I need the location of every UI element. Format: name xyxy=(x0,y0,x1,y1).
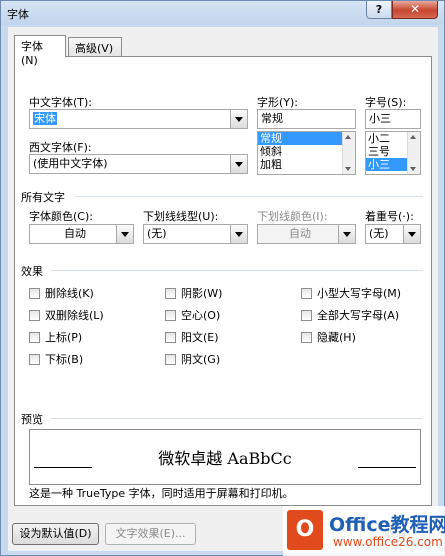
underline-color-select[interactable]: 自动 xyxy=(257,224,356,244)
checkbox-box[interactable] xyxy=(29,331,40,343)
font-style-label: 字形(Y): xyxy=(257,96,299,109)
checkbox-label: 小型大写字母(M) xyxy=(317,287,402,300)
all-text-heading: 所有文字 xyxy=(21,191,65,204)
chinese-font-value: 宋体 xyxy=(33,112,57,125)
checkbox-box[interactable] xyxy=(165,287,176,299)
underline-style-value: (无) xyxy=(147,227,167,240)
preview-sample: 微软卓越 AaBbCc xyxy=(158,449,292,468)
checkbox-box[interactable] xyxy=(301,287,312,299)
chinese-font-label: 中文字体(T): xyxy=(29,96,93,109)
engrave-checkbox[interactable]: 阴文(G) xyxy=(165,352,220,366)
checkbox-label: 阳文(E) xyxy=(181,331,219,344)
preview-rule-right xyxy=(358,467,416,468)
checkbox-label: 删除线(K) xyxy=(45,287,94,300)
checkbox-box[interactable] xyxy=(165,309,176,321)
font-size-value: 小三 xyxy=(369,112,391,125)
help-button[interactable]: ? xyxy=(366,1,392,19)
checkbox-box[interactable] xyxy=(29,287,40,299)
text-effects-button[interactable]: 文字效果(E)... xyxy=(105,523,196,545)
divider xyxy=(51,418,423,419)
underline-color-label: 下划线颜色(I): xyxy=(257,210,328,223)
western-font-label: 西文字体(F): xyxy=(29,141,92,154)
divider xyxy=(51,270,423,271)
underline-style-label: 下划线线型(U): xyxy=(143,210,219,223)
small-caps-checkbox[interactable]: 小型大写字母(M) xyxy=(301,286,401,300)
checkbox-label: 阴文(G) xyxy=(181,353,221,366)
chevron-down-icon[interactable] xyxy=(403,225,420,243)
chevron-down-icon[interactable] xyxy=(230,110,247,128)
emboss-checkbox[interactable]: 阳文(E) xyxy=(165,330,219,344)
checkbox-box[interactable] xyxy=(29,353,40,365)
font-style-input[interactable]: 常规 xyxy=(257,109,356,129)
set-default-button[interactable]: 设为默认值(D) xyxy=(12,523,99,545)
checkbox-label: 全部大写字母(A) xyxy=(317,309,400,322)
western-font-select[interactable]: (使用中文字体) xyxy=(29,154,248,174)
font-style-scrollbar[interactable] xyxy=(342,132,355,174)
checkbox-box[interactable] xyxy=(165,353,176,365)
checkbox-label: 上标(P) xyxy=(45,331,83,344)
chevron-down-icon[interactable] xyxy=(230,225,247,243)
list-item[interactable]: 倾斜 xyxy=(258,145,355,158)
font-style-value: 常规 xyxy=(261,112,283,125)
tab-font[interactable]: 字体(N) xyxy=(14,35,66,67)
chevron-down-icon[interactable] xyxy=(230,155,247,173)
font-color-label: 字体颜色(C): xyxy=(29,210,93,223)
western-font-value: (使用中文字体) xyxy=(33,157,108,170)
strikethrough-checkbox[interactable]: 删除线(K) xyxy=(29,286,94,300)
font-size-input[interactable]: 小三 xyxy=(365,109,421,129)
all-caps-checkbox[interactable]: 全部大写字母(A) xyxy=(301,308,399,322)
chevron-down-icon[interactable] xyxy=(338,225,355,243)
help-icon: ? xyxy=(375,3,383,16)
checkbox-label: 隐藏(H) xyxy=(317,331,356,344)
underline-color-value: 自动 xyxy=(289,227,311,240)
double-strikethrough-checkbox[interactable]: 双删除线(L) xyxy=(29,308,104,322)
checkbox-label: 下标(B) xyxy=(45,353,84,366)
checkbox-box[interactable] xyxy=(165,331,176,343)
office-logo-icon: O xyxy=(287,510,323,550)
subscript-checkbox[interactable]: 下标(B) xyxy=(29,352,83,366)
checkbox-box[interactable] xyxy=(301,331,312,343)
effects-heading: 效果 xyxy=(21,265,43,278)
shadow-checkbox[interactable]: 阴影(W) xyxy=(165,286,222,300)
font-color-value: 自动 xyxy=(64,227,86,240)
checkbox-box[interactable] xyxy=(301,309,312,321)
dialog-body: 字体(N) 高级(V) 中文字体(T): 宋体 西文字体(F): (使用中文字体… xyxy=(8,27,438,551)
font-size-label: 字号(S): xyxy=(365,96,407,109)
checkbox-label: 空心(O) xyxy=(181,309,221,322)
chinese-font-select[interactable]: 宋体 xyxy=(29,109,248,129)
watermark: O Office教程网 www.office26.com xyxy=(283,506,445,556)
list-item[interactable]: 常规 xyxy=(258,132,355,145)
chevron-down-icon[interactable] xyxy=(116,225,133,243)
watermark-url: www.office26.com xyxy=(333,535,443,549)
list-item[interactable]: 加粗 xyxy=(258,158,355,171)
checkbox-box[interactable] xyxy=(29,309,40,321)
checkbox-label: 双删除线(L) xyxy=(45,309,104,322)
close-button[interactable]: ✕ xyxy=(392,1,438,19)
emphasis-value: (无) xyxy=(369,227,389,240)
divider xyxy=(75,196,423,197)
outline-checkbox[interactable]: 空心(O) xyxy=(165,308,220,322)
emphasis-label: 着重号(·): xyxy=(365,210,414,223)
font-size-scrollbar[interactable] xyxy=(407,132,420,174)
title-bar[interactable]: 字体 ? ✕ xyxy=(1,1,444,25)
preview-description: 这是一种 TrueType 字体，同时适用于屏幕和打印机。 xyxy=(29,487,294,500)
checkbox-label: 阴影(W) xyxy=(181,287,223,300)
font-dialog: 字体 ? ✕ 字体(N) 高级(V) 中文字体(T): 宋体 西文字体(F): … xyxy=(0,0,445,556)
preview-box: 微软卓越 AaBbCc xyxy=(29,429,421,485)
dialog-title: 字体 xyxy=(7,8,29,21)
font-style-list[interactable]: 常规 倾斜 加粗 xyxy=(257,131,356,175)
font-tab-panel: 中文字体(T): 宋体 西文字体(F): (使用中文字体) 字形(Y): 常规 … xyxy=(14,56,432,506)
close-icon: ✕ xyxy=(409,2,421,16)
superscript-checkbox[interactable]: 上标(P) xyxy=(29,330,82,344)
preview-heading: 预览 xyxy=(21,413,43,426)
watermark-title: Office教程网 xyxy=(329,514,445,536)
tab-advanced[interactable]: 高级(V) xyxy=(68,37,122,57)
font-color-select[interactable]: 自动 xyxy=(29,224,134,244)
underline-style-select[interactable]: (无) xyxy=(143,224,248,244)
hidden-checkbox[interactable]: 隐藏(H) xyxy=(301,330,356,344)
font-size-list[interactable]: 小二 三号 小三 xyxy=(365,131,421,175)
emphasis-select[interactable]: (无) xyxy=(365,224,421,244)
